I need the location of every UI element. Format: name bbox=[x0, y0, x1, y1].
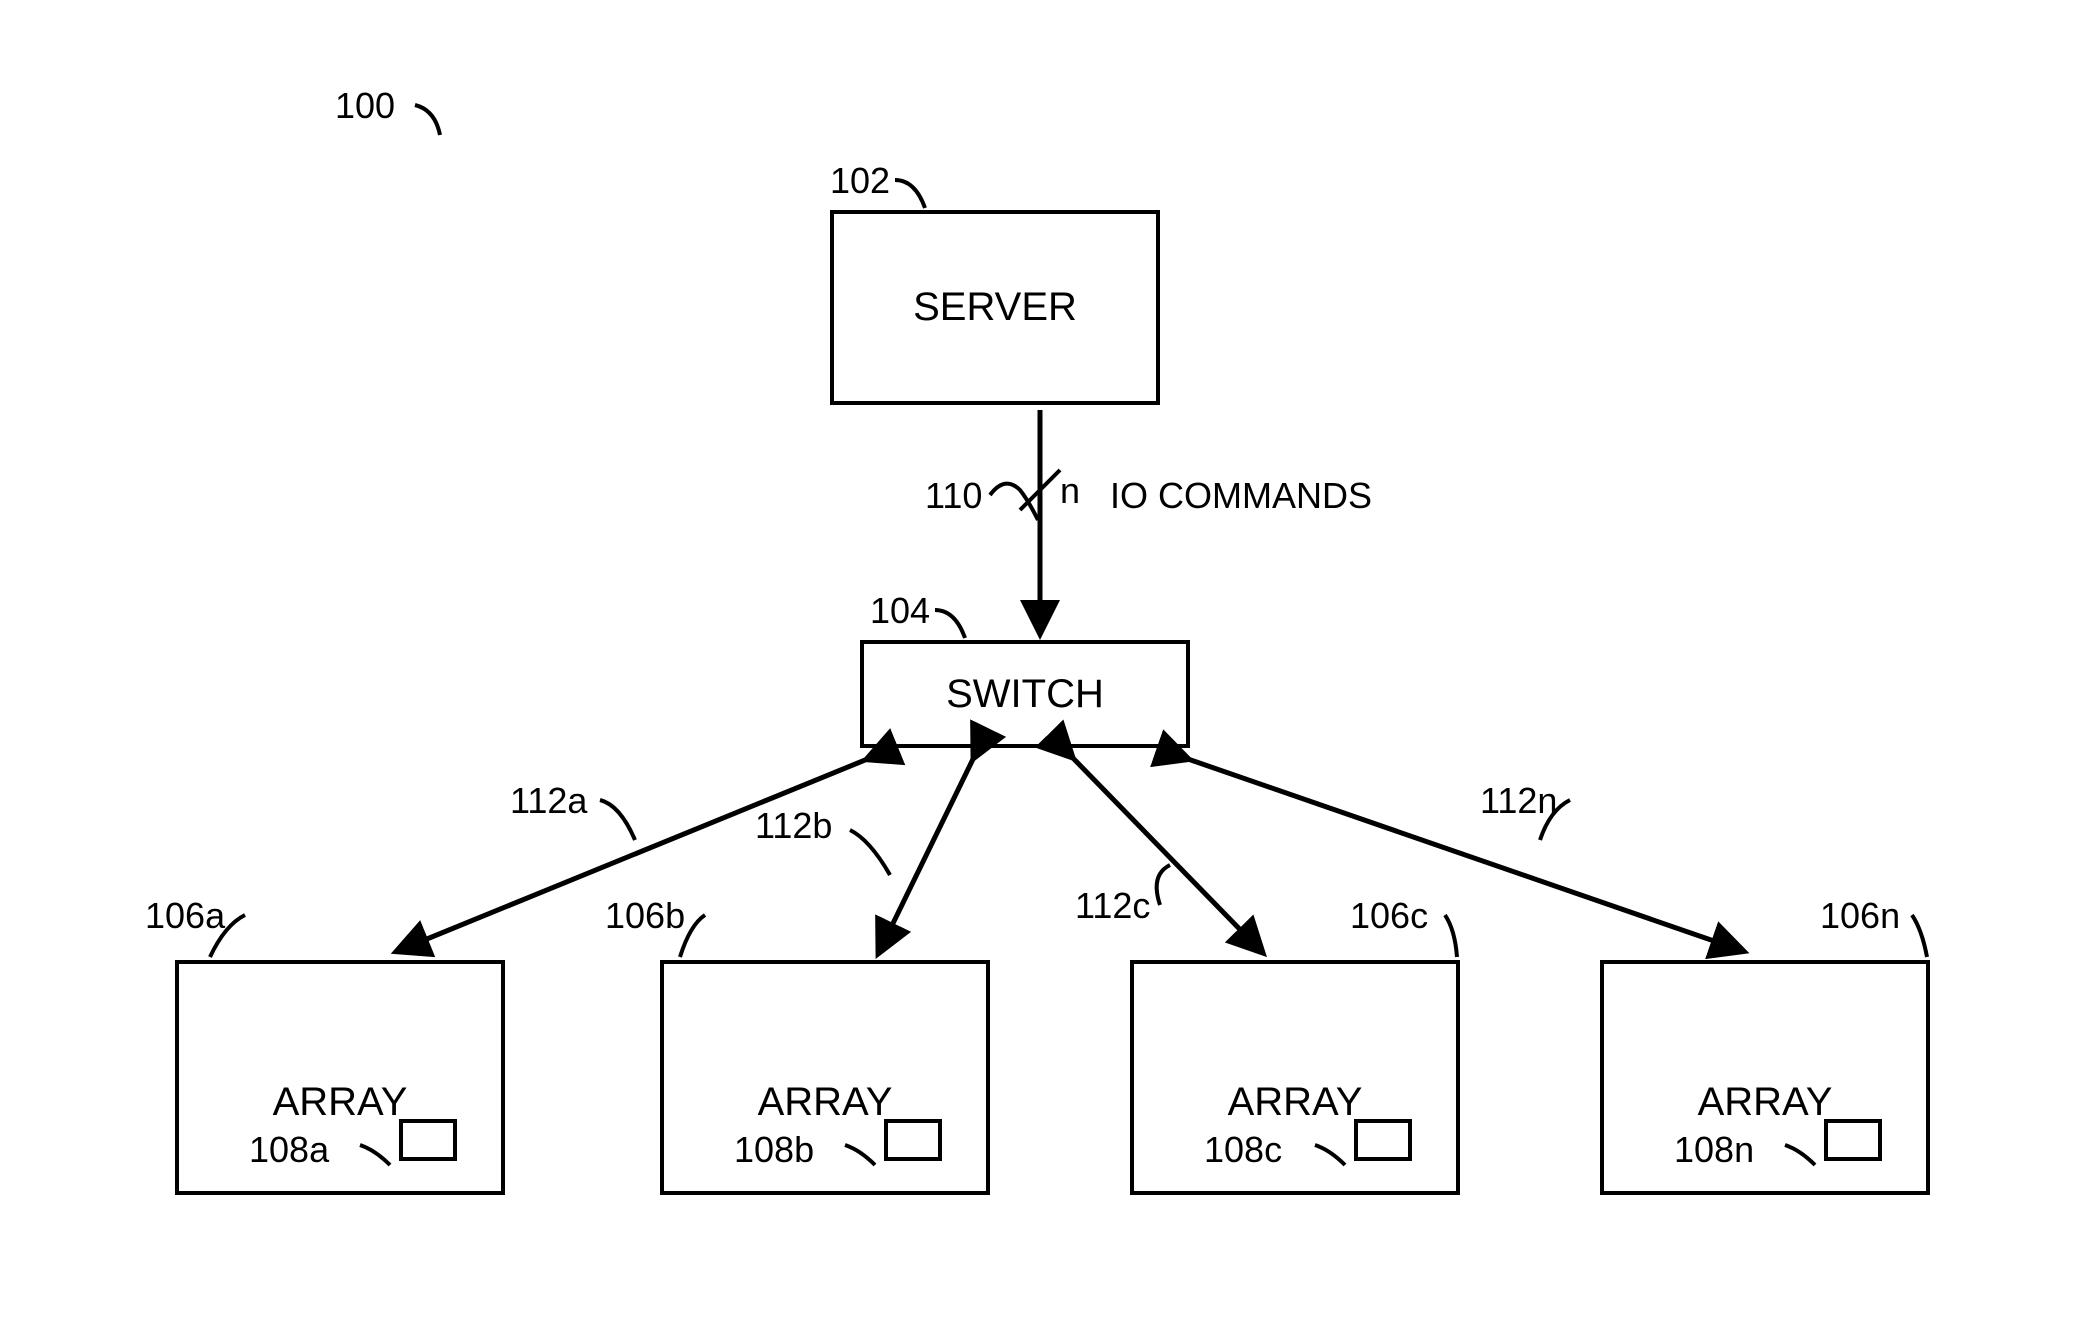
conn-110-ref: 110 bbox=[925, 475, 982, 517]
conn-n-text: n bbox=[1060, 470, 1080, 511]
array-n-ref: 106n bbox=[1820, 895, 1900, 937]
array-c-inner-text: 108c bbox=[1204, 1129, 1282, 1170]
array-c-inner-box bbox=[1354, 1119, 1412, 1161]
switch-label: SWITCH bbox=[946, 672, 1104, 717]
array-a-ref: 106a bbox=[145, 895, 225, 937]
switch-ref: 104 bbox=[870, 590, 930, 632]
array-c-ref-text: 106c bbox=[1350, 895, 1428, 936]
array-b-inner-ref: 108b bbox=[734, 1129, 814, 1171]
conn-110-text: 110 bbox=[925, 475, 982, 516]
array-c-box: ARRAY 108c bbox=[1130, 960, 1460, 1195]
conn-112c-ref: 112c bbox=[1075, 885, 1150, 927]
conn-112n-ref: 112n bbox=[1480, 780, 1557, 822]
conn-112c-text: 112c bbox=[1075, 885, 1150, 926]
conn-112b-text: 112b bbox=[755, 805, 832, 846]
conn-n-label: n bbox=[1060, 470, 1080, 512]
array-n-box: ARRAY 108n bbox=[1600, 960, 1930, 1195]
server-ref-text: 102 bbox=[830, 160, 890, 201]
conn-112b-ref: 112b bbox=[755, 805, 832, 847]
array-n-label: ARRAY bbox=[1698, 1080, 1833, 1125]
array-b-ref-text: 106b bbox=[605, 895, 685, 936]
io-commands-text: IO COMMANDS bbox=[1110, 475, 1372, 516]
array-n-ref-text: 106n bbox=[1820, 895, 1900, 936]
array-a-inner-text: 108a bbox=[249, 1129, 329, 1170]
array-n-inner-ref: 108n bbox=[1674, 1129, 1754, 1171]
array-c-inner-ref: 108c bbox=[1204, 1129, 1282, 1171]
conn-112a-text: 112a bbox=[510, 780, 587, 821]
figure-label-text: 100 bbox=[335, 85, 395, 126]
array-b-inner-box bbox=[884, 1119, 942, 1161]
array-a-inner-box bbox=[399, 1119, 457, 1161]
array-n-inner-box bbox=[1824, 1119, 1882, 1161]
array-n-inner-text: 108n bbox=[1674, 1129, 1754, 1170]
array-b-ref: 106b bbox=[605, 895, 685, 937]
server-box: SERVER bbox=[830, 210, 1160, 405]
array-b-label: ARRAY bbox=[758, 1080, 893, 1125]
array-a-label: ARRAY bbox=[273, 1080, 408, 1125]
array-a-box: ARRAY 108a bbox=[175, 960, 505, 1195]
switch-ref-text: 104 bbox=[870, 590, 930, 631]
conn-112n-text: 112n bbox=[1480, 780, 1557, 821]
array-c-ref: 106c bbox=[1350, 895, 1428, 937]
array-b-box: ARRAY 108b bbox=[660, 960, 990, 1195]
switch-box: SWITCH bbox=[860, 640, 1190, 748]
array-a-inner-ref: 108a bbox=[249, 1129, 329, 1171]
figure-label: 100 bbox=[335, 85, 395, 127]
array-c-label: ARRAY bbox=[1228, 1080, 1363, 1125]
io-commands-label: IO COMMANDS bbox=[1110, 475, 1372, 517]
array-a-ref-text: 106a bbox=[145, 895, 225, 936]
server-label: SERVER bbox=[913, 285, 1077, 330]
server-ref: 102 bbox=[830, 160, 890, 202]
array-b-inner-text: 108b bbox=[734, 1129, 814, 1170]
conn-112a-ref: 112a bbox=[510, 780, 587, 822]
